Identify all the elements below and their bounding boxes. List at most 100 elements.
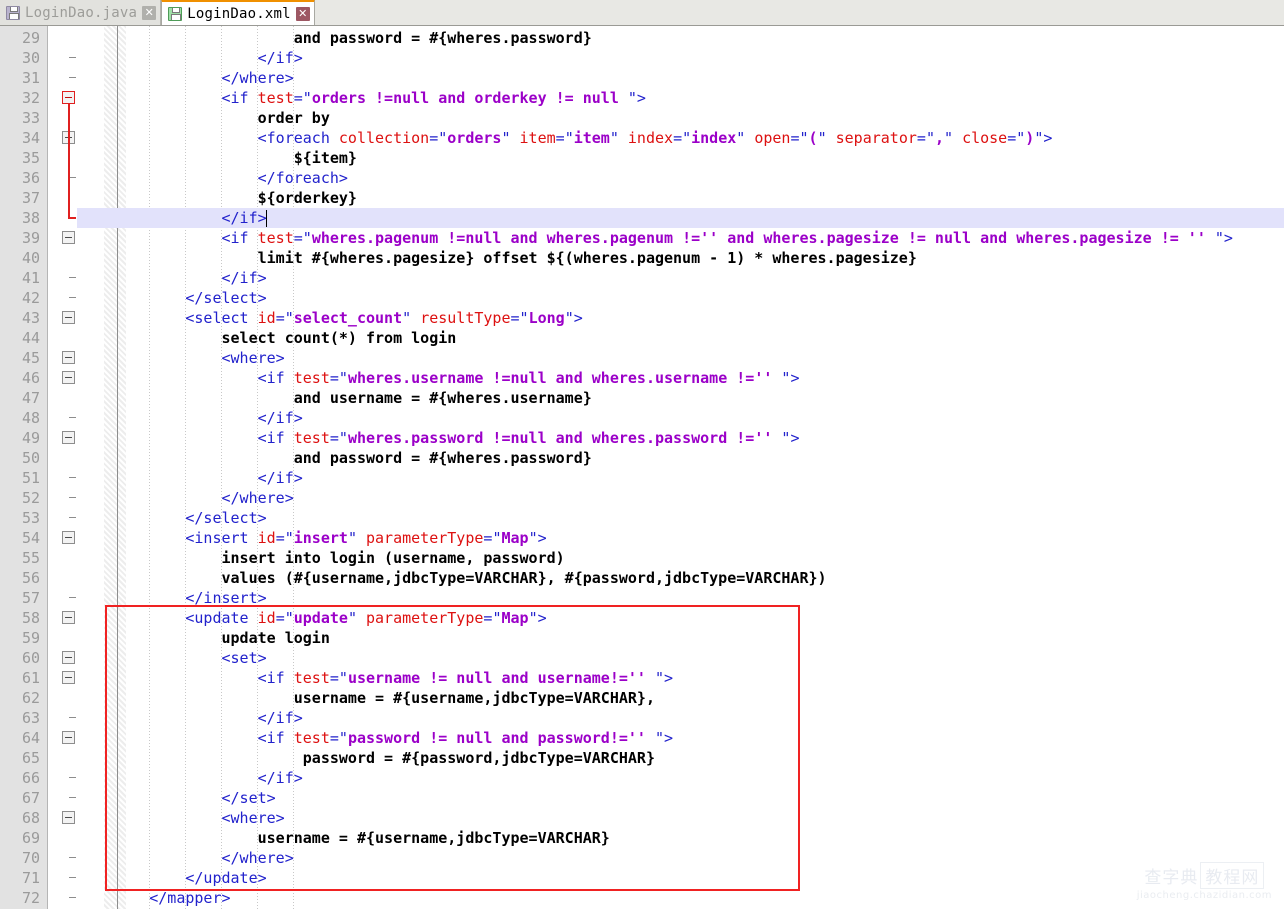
code-token: index [691, 129, 737, 147]
code-line[interactable]: password = #{password,jdbcType=VARCHAR} [77, 748, 655, 768]
code-line[interactable]: </update> [77, 868, 266, 888]
fold-toggle-icon[interactable] [62, 311, 75, 324]
code-line[interactable]: select count(*) from login [77, 328, 456, 348]
code-line[interactable]: username = #{username,jdbcType=VARCHAR} [77, 828, 610, 848]
file-java-icon [6, 5, 20, 20]
code-line[interactable]: <update id="update" parameterType="Map"> [77, 608, 546, 628]
code-line[interactable]: ${item} [77, 148, 357, 168]
fold-branch-tick [69, 597, 76, 598]
fold-toggle-icon[interactable] [62, 431, 75, 444]
code-line[interactable]: <set> [77, 648, 267, 668]
line-number: 65 [21, 749, 40, 767]
code-token: </if> [77, 469, 303, 487]
code-line[interactable]: <if test="wheres.pagenum !=null and wher… [77, 228, 1232, 248]
code-token: id [257, 309, 276, 327]
watermark: 查字典 教程网 jiaocheng.chazidian.com [1137, 862, 1272, 901]
code-line[interactable]: insert into login (username, password) [77, 548, 564, 568]
active-fold-range-end [68, 217, 76, 219]
code-line[interactable]: <where> [77, 348, 285, 368]
code-line[interactable]: ${orderkey} [77, 188, 357, 208]
code-editor[interactable]: and password = #{wheres.password} </if> … [0, 26, 1284, 909]
code-line[interactable]: </if> [77, 468, 303, 488]
fold-branch-tick [69, 717, 76, 718]
line-number: 64 [21, 729, 40, 747]
code-line[interactable]: </foreach> [77, 168, 348, 188]
code-token: = [329, 429, 339, 447]
code-line[interactable]: </if> [77, 268, 266, 288]
code-line[interactable]: <if test="username != null and username!… [77, 668, 673, 688]
code-line[interactable]: </if> [77, 48, 303, 68]
code-token: username != null and username!='' [347, 669, 655, 687]
code-token: username = #{username,jdbcType=VARCHAR} [77, 829, 610, 847]
code-line[interactable]: <if test="wheres.password !=null and whe… [77, 428, 800, 448]
code-token: <set> [77, 649, 267, 667]
code-line[interactable]: </mapper> [77, 888, 230, 908]
code-line[interactable]: </insert> [77, 588, 266, 608]
fold-toggle-icon[interactable] [62, 531, 75, 544]
fold-toggle-icon[interactable] [62, 731, 75, 744]
code-token: <where> [77, 349, 285, 367]
fold-toggle-icon[interactable] [62, 231, 75, 244]
fold-toggle-icon[interactable] [62, 811, 75, 824]
code-line[interactable]: <insert id="insert" parameterType="Map"> [77, 528, 546, 548]
code-token: <insert [77, 529, 258, 547]
code-token: " [438, 129, 448, 147]
line-number: 39 [21, 229, 40, 247]
code-line[interactable]: </where> [77, 68, 293, 88]
code-token: " [402, 309, 412, 327]
code-token: " [799, 129, 809, 147]
code-token: = [429, 129, 439, 147]
code-token: password = #{password,jdbcType=VARCHAR} [77, 749, 655, 767]
tab-label: LoginDao.java [25, 4, 138, 21]
code-line[interactable]: </where> [77, 488, 293, 508]
fold-branch-tick [69, 797, 76, 798]
fold-branch-tick [69, 777, 76, 778]
code-line[interactable]: <if test="orders !=null and orderkey != … [77, 88, 645, 108]
code-token: " [302, 89, 312, 107]
code-token: <foreach [77, 129, 339, 147]
code-line[interactable]: </if> [77, 208, 266, 228]
code-line[interactable]: </if> [77, 768, 303, 788]
code-line[interactable]: </if> [77, 708, 303, 728]
code-line[interactable]: values (#{username,jdbcType=VARCHAR}, #{… [77, 568, 826, 588]
code-text-area[interactable]: and password = #{wheres.password} </if> … [77, 26, 1284, 909]
fold-branch-tick [69, 477, 76, 478]
line-number: 31 [21, 69, 40, 87]
code-line[interactable]: <if test="password != null and password!… [77, 728, 673, 748]
code-token: id [257, 609, 276, 627]
code-line[interactable]: </set> [77, 788, 275, 808]
fold-toggle-icon[interactable] [62, 671, 75, 684]
code-line[interactable]: limit #{wheres.pagesize} offset ${(where… [77, 248, 917, 268]
code-line[interactable]: order by [77, 108, 330, 128]
code-line[interactable]: update login [77, 628, 329, 648]
code-token: " [284, 609, 294, 627]
code-line[interactable]: </select> [77, 288, 266, 308]
fold-toggle-icon[interactable] [62, 651, 75, 664]
code-token: = [790, 129, 800, 147]
code-token: = [1007, 129, 1017, 147]
code-line[interactable]: and password = #{wheres.password} [77, 28, 592, 48]
code-line[interactable]: <foreach collection="orders" item="item"… [77, 128, 1053, 148]
code-line[interactable]: <select id="select_count" resultType="Lo… [77, 308, 582, 328]
code-line[interactable]: and username = #{wheres.username} [77, 388, 592, 408]
code-token: and password = #{wheres.password} [77, 29, 592, 47]
code-line[interactable]: and password = #{wheres.password} [77, 448, 592, 468]
close-icon[interactable]: ✕ [295, 6, 310, 21]
code-line[interactable]: username = #{username,jdbcType=VARCHAR}, [77, 688, 655, 708]
tab-logindao-java[interactable]: LoginDao.java ✕ [0, 0, 162, 25]
code-line[interactable]: <if test="wheres.username !=null and whe… [77, 368, 800, 388]
code-line[interactable]: </select> [77, 508, 266, 528]
tab-logindao-xml[interactable]: LoginDao.xml ✕ [161, 0, 315, 25]
line-number: 59 [21, 629, 40, 647]
fold-toggle-icon[interactable] [62, 351, 75, 364]
fold-branch-tick [69, 497, 76, 498]
close-icon[interactable]: ✕ [142, 5, 157, 20]
fold-toggle-icon[interactable] [62, 611, 75, 624]
code-line[interactable]: <where> [77, 808, 284, 828]
code-line[interactable]: </if> [77, 408, 303, 428]
fold-toggle-icon[interactable] [62, 371, 75, 384]
watermark-suffix: 教程网 [1200, 862, 1265, 889]
code-token: test [293, 669, 330, 687]
code-token: wheres.username !=null and wheres.userna… [347, 369, 782, 387]
code-line[interactable]: </where> [77, 848, 293, 868]
